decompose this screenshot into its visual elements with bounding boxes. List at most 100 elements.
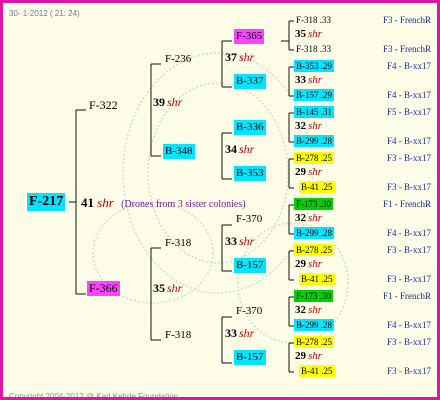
gen2-parent-0[interactable]: F-236 <box>163 52 193 67</box>
gen4-line-label-8: F1 - FrenchR <box>383 199 431 209</box>
gen3-parent-4-id: F-370 <box>236 213 263 225</box>
root-score: 41 shr (Drones from 3 sister colonies) <box>81 196 246 211</box>
gen4-ancestor-id: B-353 .29 <box>296 61 332 71</box>
root-num: 41 <box>81 195 94 210</box>
gen3-7-score: 29 shr <box>295 350 322 363</box>
gen4-ancestor-14[interactable]: B-278 .25 <box>294 336 334 348</box>
gen4-ancestor-8[interactable]: F-173 .30 <box>294 198 334 210</box>
gen3-parent-5[interactable]: B-157 <box>234 258 266 273</box>
gen4-ancestor-id: B-299 .28 <box>296 136 332 146</box>
gen4-line-label-12: F1 - FrenchR <box>383 291 431 301</box>
gen4-ancestor-2[interactable]: B-353 .29 <box>294 60 334 72</box>
gen4-ancestor-4[interactable]: B-145 .31 <box>294 106 334 118</box>
drone-note: (Drones from 3 sister colonies) <box>121 199 246 210</box>
root-suffix: shr <box>97 195 114 210</box>
gen3-2-score: 32 shr <box>295 120 322 133</box>
gen4-line-label-13: F4 - B-xx17 <box>386 320 431 330</box>
gen3-0-score: 35 shr <box>295 28 322 41</box>
gen2-2-suffix: shr <box>239 234 255 248</box>
gen4-ancestor-15[interactable]: B-41 .25 <box>299 365 335 377</box>
gen1-parent-0-id: F-322 <box>89 98 118 112</box>
gen3-5-score: 29 shr <box>295 258 322 271</box>
gen3-3-num: 29 <box>295 166 306 178</box>
gen4-ancestor-12[interactable]: F-173 .30 <box>294 290 334 302</box>
gen4-ancestor-10[interactable]: B-278 .25 <box>294 244 334 256</box>
gen3-parent-6-id: F-370 <box>236 305 263 317</box>
gen3-5-suffix: shr <box>308 258 323 270</box>
gen3-0-suffix: shr <box>308 28 323 40</box>
gen4-ancestor-id: B-278 .25 <box>296 245 332 255</box>
gen4-ancestor-id: B-145 .31 <box>296 107 332 117</box>
gen4-line-label-4: F5 - B-xx17 <box>386 107 431 117</box>
gen4-ancestor-9[interactable]: B-299 .28 <box>294 227 334 239</box>
root-queen[interactable]: F-217 <box>27 193 66 211</box>
gen3-3-suffix: shr <box>308 166 323 178</box>
gen3-6-score: 32 shr <box>295 304 322 317</box>
gen2-1-suffix: shr <box>239 142 255 156</box>
gen3-parent-5-id: B-157 <box>236 259 264 271</box>
gen3-parent-7[interactable]: B-157 <box>234 350 266 365</box>
gen2-2-score: 33 shr <box>225 235 254 248</box>
gen1-parent-0[interactable]: F-322 <box>87 98 120 113</box>
gen2-parent-1[interactable]: B-348 <box>163 144 195 159</box>
gen4-line-label-6: F3 - B-xx17 <box>386 153 431 163</box>
gen3-parent-1[interactable]: B-337 <box>234 74 266 89</box>
gen3-6-suffix: shr <box>308 304 323 316</box>
gen4-ancestor-id: F-318 .33 <box>296 15 332 25</box>
gen3-parent-0-id: F-365 <box>236 30 263 42</box>
gen4-ancestor-7[interactable]: B-41 .25 <box>299 181 335 193</box>
gen4-ancestor-3[interactable]: B-157 .29 <box>294 89 334 101</box>
header-date: 30- 1-2012 ( 21: 24) <box>9 9 80 18</box>
gen2-parent-0-id: F-236 <box>165 53 192 65</box>
gen2-1-score: 34 shr <box>225 143 254 156</box>
gen3-2-suffix: shr <box>308 120 323 132</box>
gen2-3-suffix: shr <box>239 326 255 340</box>
gen4-ancestor-id: F-318 .33 <box>296 44 332 54</box>
gen4-line-label-1: F3 - FrenchR <box>383 44 431 54</box>
gen1-parent-1-id: F-366 <box>89 281 118 295</box>
gen4-ancestor-id: B-299 .28 <box>296 320 332 330</box>
gen3-1-score: 33 shr <box>295 74 322 87</box>
gen2-0-num: 37 <box>225 50 237 64</box>
gen3-0-num: 35 <box>295 28 306 40</box>
gen3-parent-3-id: B-353 <box>236 167 264 179</box>
gen4-ancestor-13[interactable]: B-299 .28 <box>294 319 334 331</box>
gen4-line-label-0: F3 - FrenchR <box>383 15 431 25</box>
gen2-2-num: 33 <box>225 234 237 248</box>
gen4-line-label-3: F4 - B-xx17 <box>386 90 431 100</box>
gen4-line-label-15: F3 - B-xx17 <box>386 366 431 376</box>
gen4-ancestor-id: F-173 .30 <box>296 291 332 301</box>
gen4-ancestor-id: B-41 .25 <box>301 274 333 284</box>
gen4-ancestor-0[interactable]: F-318 .33 <box>294 14 333 26</box>
gen3-parent-4[interactable]: F-370 <box>234 212 264 227</box>
gen3-parent-6[interactable]: F-370 <box>234 304 264 319</box>
gen1-0-score: 39 shr <box>153 96 182 109</box>
gen4-line-label-11: F3 - B-xx17 <box>386 274 431 284</box>
gen4-ancestor-id: F-173 .30 <box>296 199 332 209</box>
gen4-ancestor-id: B-41 .25 <box>301 366 333 376</box>
gen3-parent-2-id: B-336 <box>236 121 264 133</box>
gen2-3-num: 33 <box>225 326 237 340</box>
gen4-line-label-7: F3 - B-xx17 <box>386 182 431 192</box>
gen2-parent-2[interactable]: F-318 <box>163 236 193 251</box>
gen4-ancestor-id: B-278 .25 <box>296 153 332 163</box>
gen3-7-suffix: shr <box>308 350 323 362</box>
gen4-ancestor-11[interactable]: B-41 .25 <box>299 273 335 285</box>
gen2-0-suffix: shr <box>239 50 255 64</box>
gen2-parent-3[interactable]: F-318 <box>163 328 193 343</box>
gen2-parent-1-id: B-348 <box>165 145 193 157</box>
gen4-line-label-5: F4 - B-xx17 <box>386 136 431 146</box>
gen3-parent-3[interactable]: B-353 <box>234 166 266 181</box>
gen4-ancestor-5[interactable]: B-299 .28 <box>294 135 334 147</box>
gen3-3-score: 29 shr <box>295 166 322 179</box>
gen1-1-score: 35 shr <box>153 282 182 295</box>
root-id: F-217 <box>29 194 64 209</box>
gen4-ancestor-6[interactable]: B-278 .25 <box>294 152 334 164</box>
gen3-4-score: 32 shr <box>295 212 322 225</box>
gen3-parent-0[interactable]: F-365 <box>234 29 265 44</box>
gen1-parent-1[interactable]: F-366 <box>87 281 120 296</box>
gen3-parent-2[interactable]: B-336 <box>234 120 266 135</box>
gen4-line-label-14: F3 - B-xx17 <box>386 337 431 347</box>
gen4-ancestor-1[interactable]: F-318 .33 <box>294 43 333 55</box>
gen4-line-label-2: F4 - B-xx17 <box>386 61 431 71</box>
